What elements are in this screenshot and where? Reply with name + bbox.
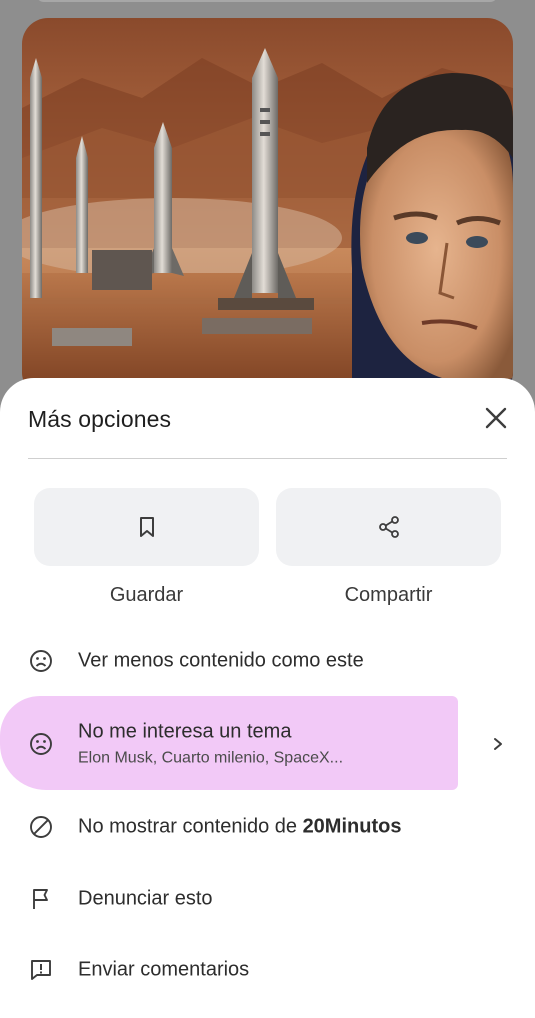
share-icon [378, 516, 399, 538]
save-label: Guardar [109, 584, 184, 606]
option-block-prefix: No mostrar contenido de [78, 815, 303, 838]
sad-face-icon [28, 648, 54, 674]
option-not-interested-topic[interactable]: No me interesa un tema Elon Musk, Cuarto… [0, 713, 535, 775]
flag-icon [28, 886, 54, 912]
save-button[interactable] [34, 488, 259, 566]
block-icon [28, 814, 54, 840]
previous-card-edge [36, 0, 498, 2]
article-image[interactable] [22, 18, 513, 398]
option-block-source[interactable]: No mostrar contenido de 20Minutos [0, 799, 535, 855]
rocket-left [30, 58, 42, 298]
source-name: 20Minutos [302, 815, 402, 838]
option-feedback[interactable]: Enviar comentarios [0, 942, 535, 998]
feedback-icon [28, 957, 54, 983]
option-report-label: Denunciar esto [78, 887, 213, 910]
sheet-title: Más opciones [28, 406, 172, 432]
option-block-source-label: No mostrar contenido de 20Minutos [78, 816, 401, 839]
sad-face-icon [28, 731, 54, 757]
option-not-interested-text: No me interesa un tema Elon Musk, Cuarto… [78, 721, 343, 768]
portrait [351, 73, 513, 398]
option-not-interested-topics: Elon Musk, Cuarto milenio, SpaceX... [78, 749, 344, 767]
rocket-small [76, 136, 88, 273]
option-see-less[interactable]: Ver menos contenido como este [0, 633, 535, 689]
option-report[interactable]: Denunciar esto [0, 871, 535, 927]
option-not-interested-label: No me interesa un tema [78, 720, 292, 743]
share-button[interactable] [276, 488, 501, 566]
option-feedback-label: Enviar comentarios [78, 958, 250, 981]
chevron-right-icon [488, 734, 508, 754]
bookmark-icon [139, 517, 154, 537]
close-button[interactable] [480, 402, 512, 434]
close-icon [485, 407, 507, 429]
hero-illustration [22, 18, 513, 398]
more-options-sheet: Más opciones Guardar Compartir Ver menos… [0, 378, 535, 1018]
sheet-divider [28, 458, 507, 459]
share-label: Compartir [344, 584, 433, 606]
option-see-less-label: Ver menos contenido como este [78, 649, 364, 672]
